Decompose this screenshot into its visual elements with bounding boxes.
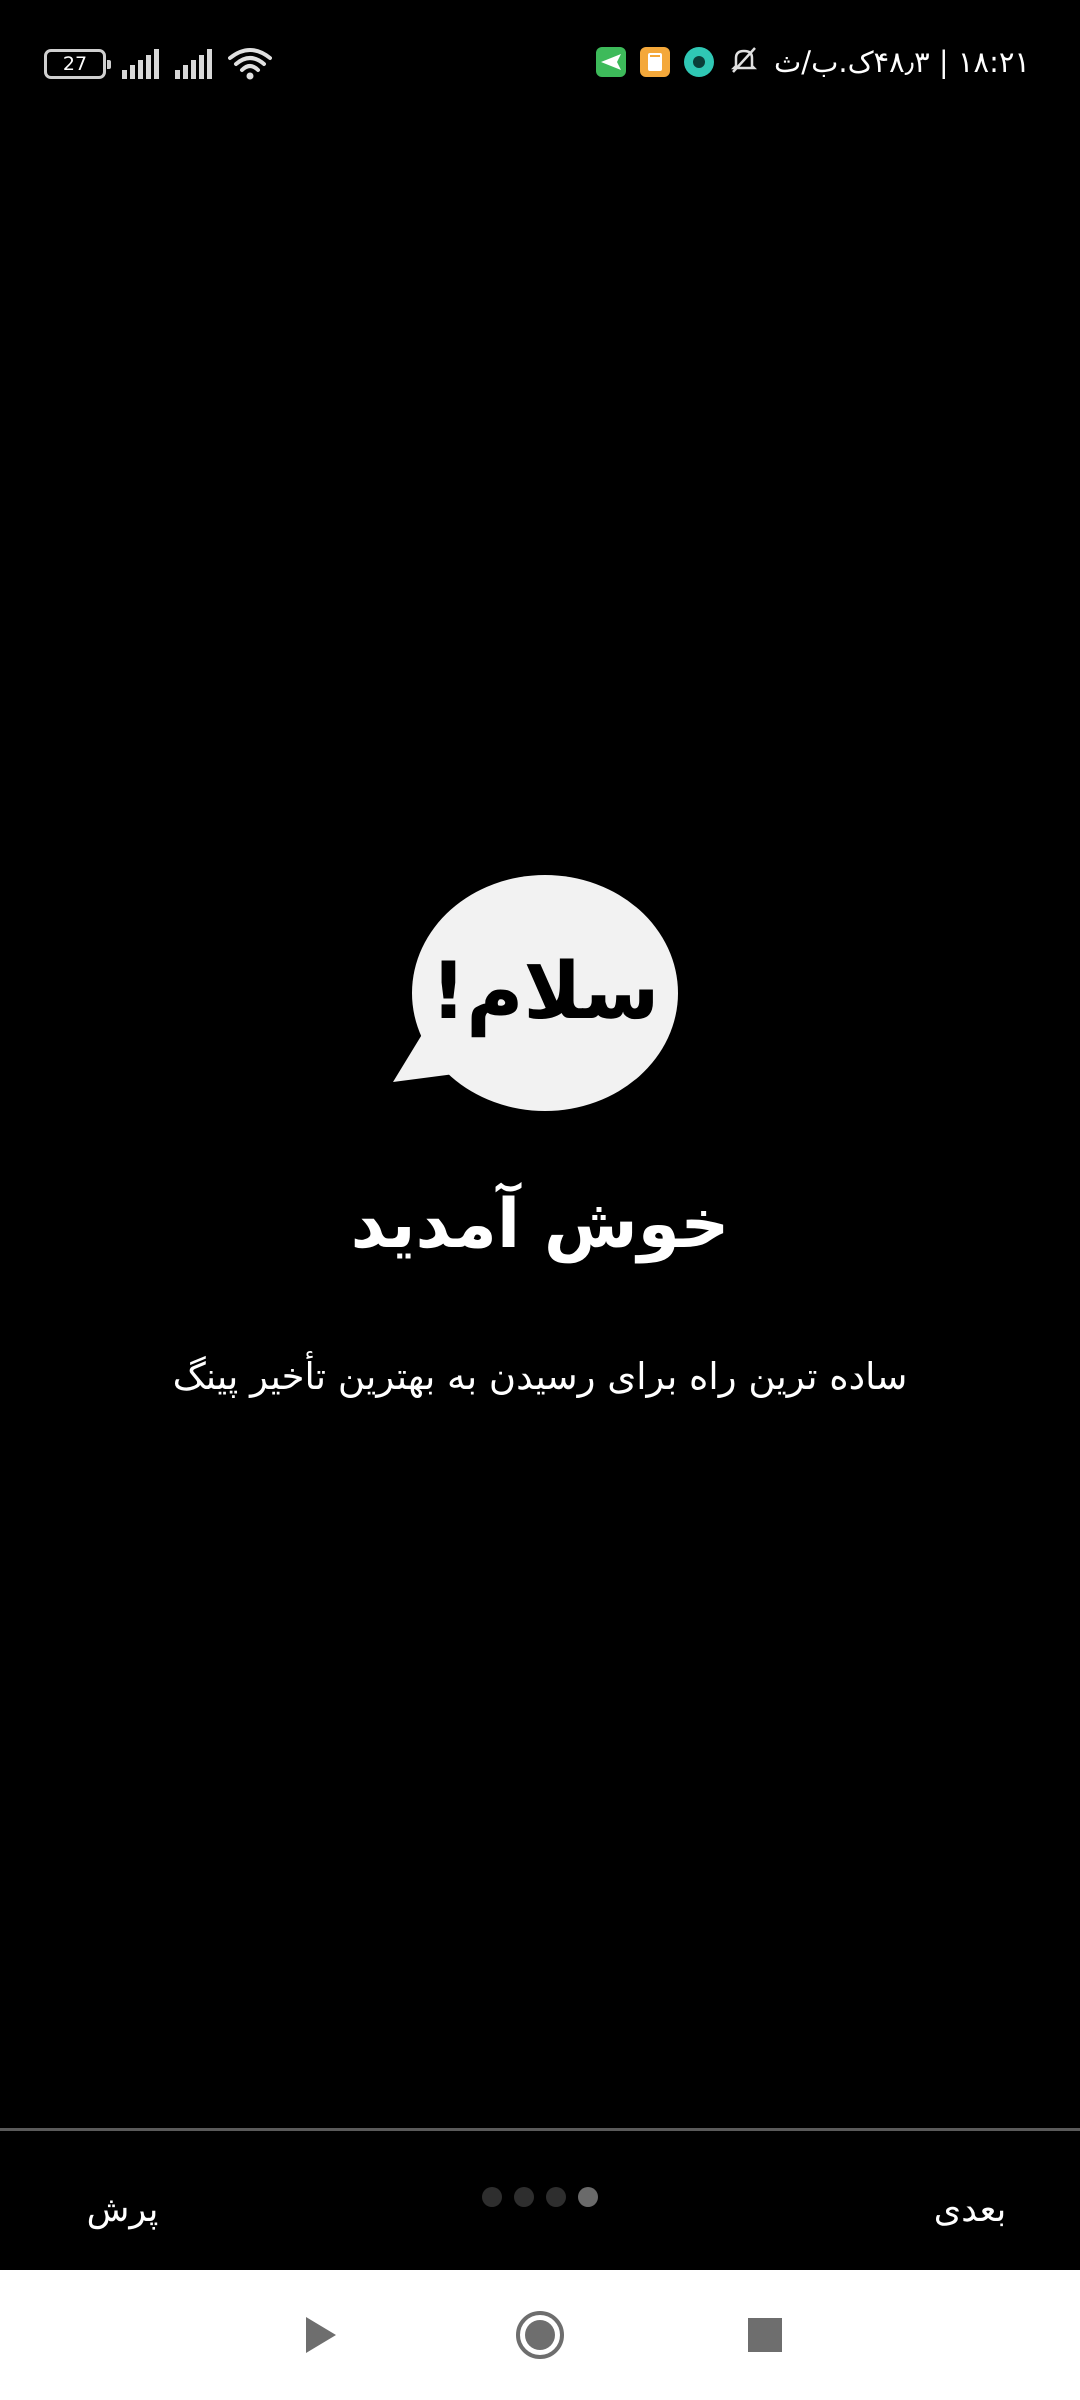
status-bar: 27 ۱۸:۲۱ | ۴۸٫۳ک.ب/ث [0,0,1080,130]
home-button[interactable] [480,2270,600,2400]
divider [0,2128,1080,2131]
signal-icon [122,49,159,79]
status-time-speed: ۱۸:۲۱ | ۴۸٫۳ک.ب/ث [774,45,1030,79]
battery-level: 27 [62,53,88,75]
page-dot[interactable] [482,2187,502,2207]
welcome-subtitle: ساده ترین راه برای رسیدن به بهترین تأخیر… [172,1355,908,1398]
note-app-icon [640,47,670,77]
logo-text: سلام! [431,947,660,1037]
home-icon [516,2311,564,2359]
page-dot-active[interactable] [578,2187,598,2207]
next-button[interactable]: بعدی [900,2175,1040,2245]
recents-icon [748,2318,782,2352]
back-button[interactable] [260,2270,380,2400]
page-dot[interactable] [546,2187,566,2207]
welcome-title: خوش آمدید [350,1185,730,1264]
page-dot[interactable] [514,2187,534,2207]
mute-icon [728,44,760,80]
page-indicator [482,2185,598,2209]
skip-button[interactable]: پرش [60,2175,185,2245]
send-app-icon [596,47,626,77]
chat-app-icon [684,47,714,77]
navigation-bar [0,2270,1080,2400]
wifi-icon [228,46,272,82]
back-icon [306,2317,336,2353]
signal-icon [175,49,212,79]
screen: 27 ۱۸:۲۱ | ۴۸٫۳ک.ب/ث سلام! خوش آمدید ساد… [0,0,1080,2400]
status-bar-system-icons: 27 [44,44,272,84]
status-bar-notifications: ۱۸:۲۱ | ۴۸٫۳ک.ب/ث [596,40,1030,84]
recents-button[interactable] [705,2270,825,2400]
salam-logo: سلام! [385,870,685,1120]
battery-icon: 27 [44,49,111,79]
